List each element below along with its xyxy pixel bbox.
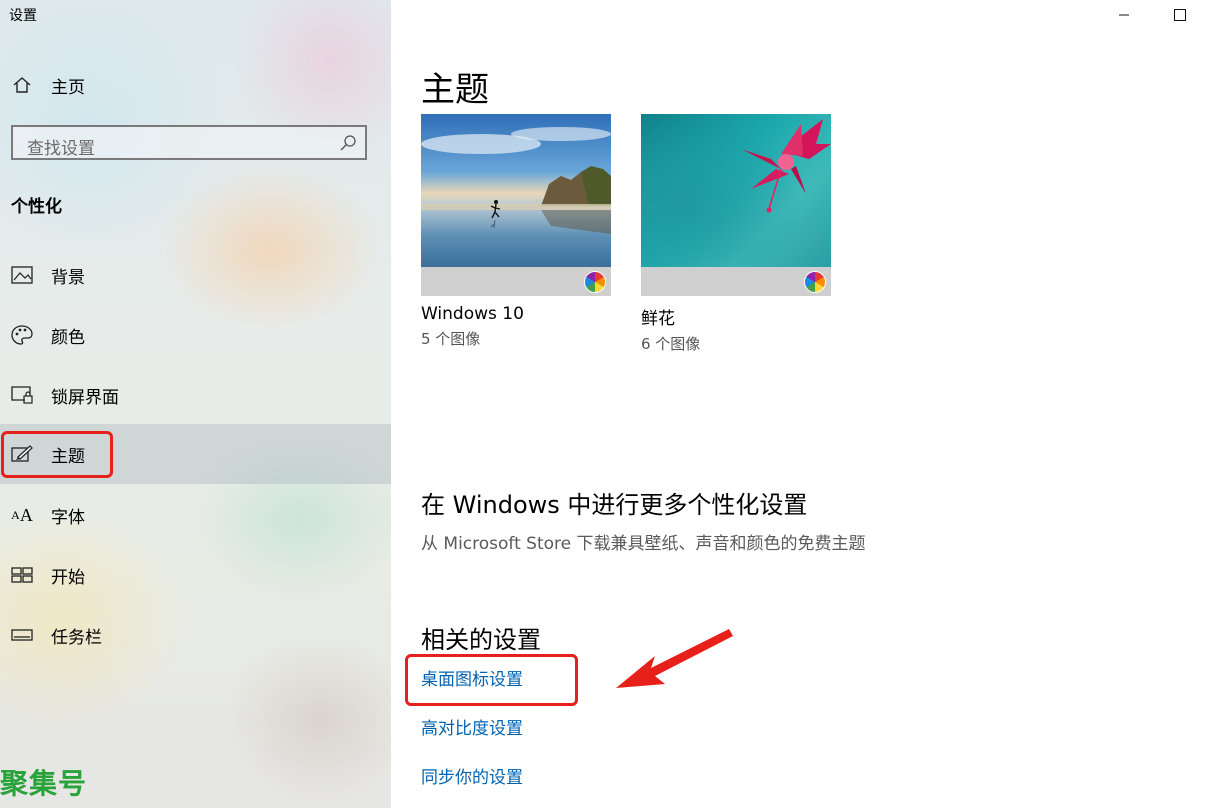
sidebar-item-home[interactable]: 主页 bbox=[0, 55, 391, 115]
theme-thumbnail bbox=[421, 114, 611, 267]
sidebar-item-label: 颜色 bbox=[51, 327, 85, 348]
highlight-box-desktop-icons bbox=[405, 654, 578, 706]
more-personalization-heading: 在 Windows 中进行更多个性化设置 bbox=[421, 491, 808, 519]
red-arrow-annotation bbox=[616, 629, 733, 688]
search-input[interactable]: 查找设置 bbox=[11, 125, 367, 160]
color-wheel-icon bbox=[804, 271, 826, 293]
theme-color-bar bbox=[641, 267, 831, 296]
sync-settings-link[interactable]: 同步你的设置 bbox=[421, 763, 523, 788]
taskbar-icon bbox=[11, 624, 33, 646]
theme-thumbnail bbox=[641, 114, 831, 267]
lock-screen-icon bbox=[11, 384, 33, 406]
color-wheel-icon bbox=[584, 271, 606, 293]
theme-card-windows10[interactable]: Windows 10 5 个图像 bbox=[421, 114, 611, 349]
main-content: 主题 Windows 10 5 个图像 鲜花 6 个图像 在 Windows 中… bbox=[391, 0, 1212, 808]
maximize-icon bbox=[1174, 9, 1186, 21]
home-icon bbox=[11, 74, 33, 96]
sidebar-item-taskbar[interactable]: 任务栏 bbox=[0, 605, 391, 665]
image-icon bbox=[11, 264, 33, 286]
theme-name: 鲜花 bbox=[641, 309, 675, 329]
maximize-button[interactable] bbox=[1160, 0, 1200, 30]
sidebar-item-label: 任务栏 bbox=[51, 627, 102, 648]
high-contrast-settings-link[interactable]: 高对比度设置 bbox=[421, 714, 523, 739]
sidebar-item-label: 字体 bbox=[51, 507, 85, 528]
theme-card-flowers[interactable]: 鲜花 6 个图像 bbox=[641, 114, 831, 354]
sidebar: 设置 主页 查找设置 个性化 背景 颜色 锁屏界面 主题 A A 字体 开始 任… bbox=[0, 0, 391, 808]
highlight-box-themes bbox=[1, 431, 113, 478]
sidebar-item-colors[interactable]: 颜色 bbox=[0, 305, 391, 365]
theme-name: Windows 10 bbox=[421, 304, 524, 324]
window-title: 设置 bbox=[9, 8, 37, 24]
sidebar-item-background[interactable]: 背景 bbox=[0, 245, 391, 305]
minimize-button[interactable] bbox=[1104, 0, 1144, 30]
page-title: 主题 bbox=[421, 70, 489, 110]
sidebar-item-label: 开始 bbox=[51, 567, 85, 588]
sidebar-item-label: 主页 bbox=[51, 77, 85, 98]
start-icon bbox=[11, 564, 33, 586]
watermark: 聚集号 bbox=[0, 767, 88, 800]
search-placeholder: 查找设置 bbox=[27, 139, 95, 159]
sidebar-item-label: 背景 bbox=[51, 267, 85, 288]
theme-color-bar bbox=[421, 267, 611, 296]
section-header: 个性化 bbox=[11, 197, 62, 217]
sidebar-item-lock-screen[interactable]: 锁屏界面 bbox=[0, 365, 391, 425]
more-personalization-subtext: 从 Microsoft Store 下载兼具壁纸、声音和颜色的免费主题 bbox=[421, 534, 866, 554]
sidebar-item-fonts[interactable]: AA 字体 bbox=[0, 485, 391, 545]
font-icon: AA bbox=[11, 504, 33, 525]
theme-image-count: 6 个图像 bbox=[641, 335, 701, 353]
palette-icon bbox=[11, 324, 33, 346]
search-icon[interactable] bbox=[339, 134, 357, 156]
theme-image-count: 5 个图像 bbox=[421, 330, 481, 348]
minimize-icon bbox=[1119, 14, 1129, 16]
related-settings-heading: 相关的设置 bbox=[421, 626, 541, 654]
sidebar-item-label: 锁屏界面 bbox=[51, 387, 119, 408]
sidebar-item-start[interactable]: 开始 bbox=[0, 545, 391, 605]
